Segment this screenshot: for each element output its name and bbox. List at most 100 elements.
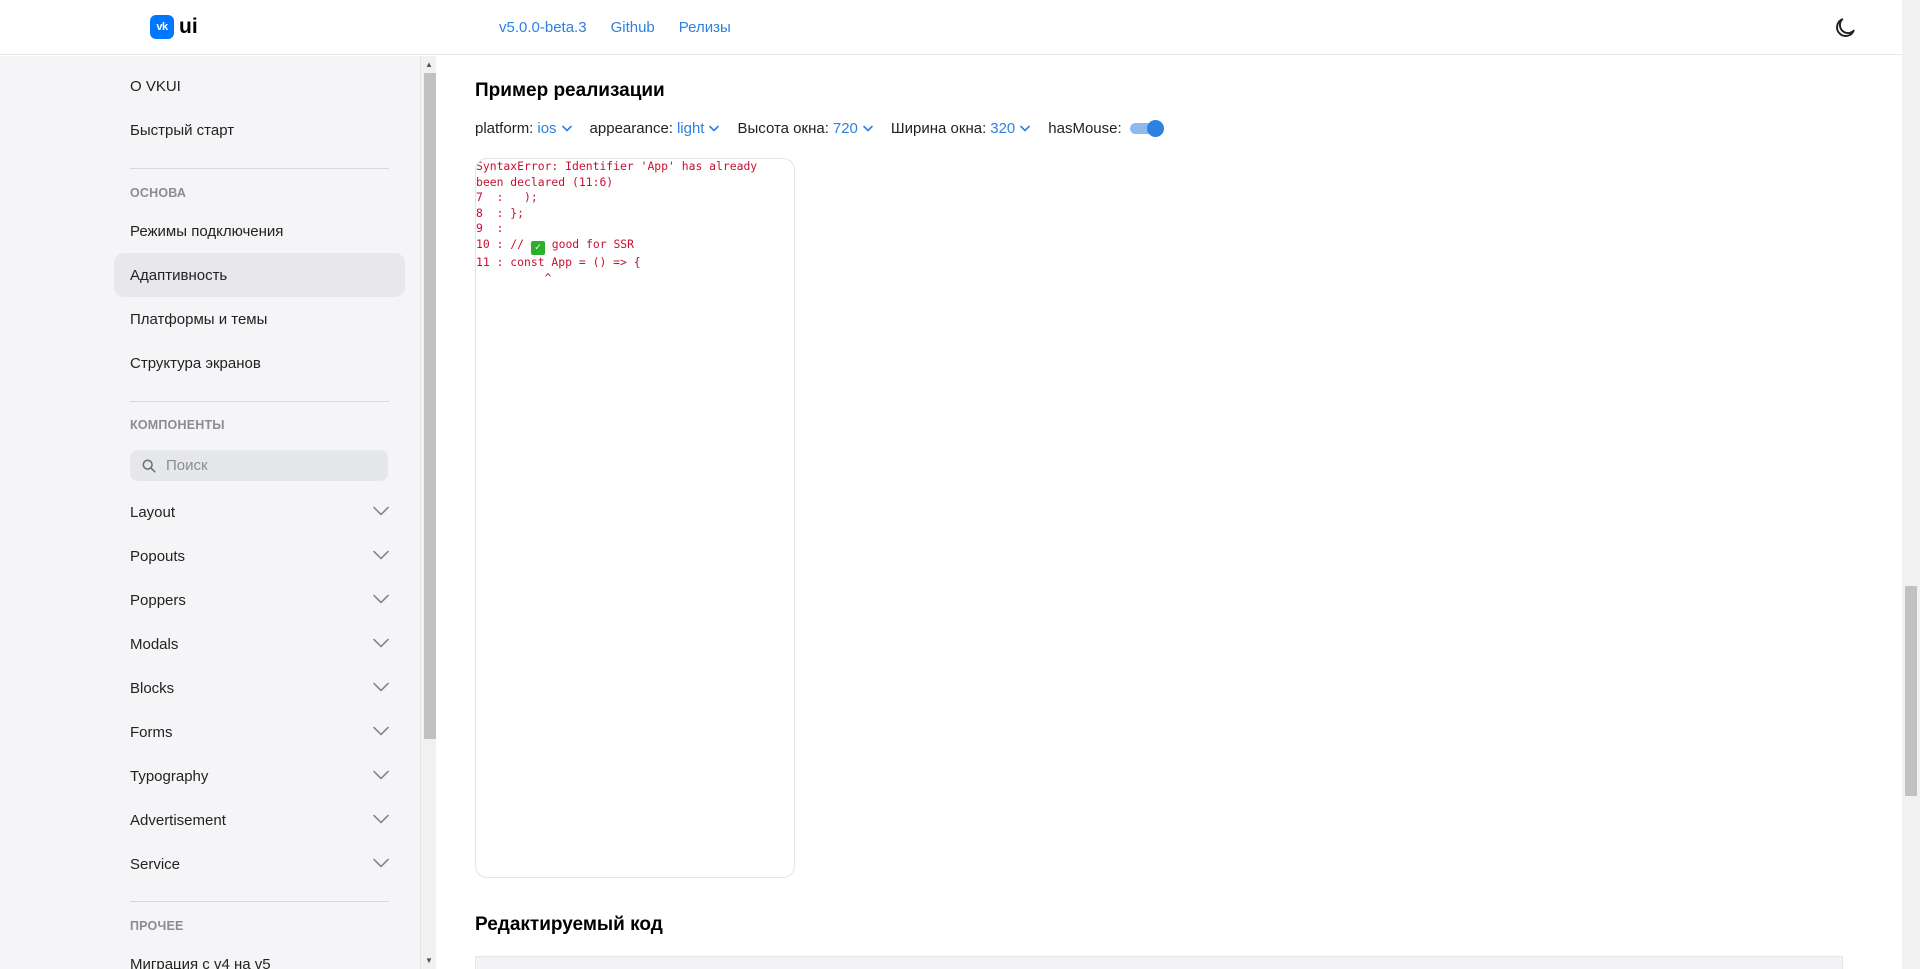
nav-github-link[interactable]: Github (611, 19, 655, 36)
sidebar-item-modals[interactable]: Modals (114, 622, 405, 666)
error-line: SyntaxError: Identifier 'App' has alread… (476, 159, 758, 173)
check-mark-icon: ✓ (530, 240, 545, 255)
section-title-other: ПРОЧЕЕ (130, 919, 184, 933)
hasmouse-control: hasMouse: (1048, 120, 1164, 137)
window-width-value: 320 (990, 120, 1016, 137)
scroll-up-icon[interactable]: ▲ (425, 60, 433, 69)
chevron-down-icon (373, 550, 389, 560)
chevron-down-icon (373, 638, 389, 648)
sidebar-item-label: Advertisement (130, 811, 226, 829)
sidebar-item-label: Blocks (130, 679, 175, 697)
error-line-suffix: good for SSR (544, 236, 635, 251)
platform-value: ios (537, 120, 557, 137)
nav-version-link[interactable]: v5.0.0-beta.3 (499, 19, 587, 36)
error-line: 8 : }; (476, 205, 525, 220)
sidebar-item-label: Адаптивность (130, 266, 228, 284)
editable-code-title: Редактируемый код (475, 914, 663, 935)
sidebar-scrollbar[interactable]: ▲ ▼ (420, 56, 436, 969)
error-line: 10 : // ✓ good for SSR (476, 237, 794, 255)
appearance-label: appearance: (589, 120, 673, 137)
sidebar-item-label: Структура экранов (130, 354, 261, 372)
page-scrollbar[interactable] (1902, 0, 1920, 969)
example-controls: platform: ios appearance: light Высота о… (475, 120, 1182, 137)
section-title-components: КОМПОНЕНТЫ (130, 418, 225, 432)
sidebar-item-about[interactable]: О VKUI (114, 64, 405, 108)
header: vk ui v5.0.0-beta.3 Github Релизы (0, 0, 1902, 55)
sidebar-item-forms[interactable]: Forms (114, 710, 405, 754)
window-width-select[interactable]: Ширина окна: 320 (891, 120, 1031, 137)
window-height-value: 720 (832, 120, 858, 137)
sidebar-item-service[interactable]: Service (114, 842, 405, 886)
sidebar-item-label: Poppers (130, 591, 186, 609)
error-line: been declared (11:6) (476, 174, 614, 189)
logo-text: ui (179, 15, 198, 38)
sidebar-item-label: Режимы подключения (130, 222, 284, 240)
error-line: 11 : const App = () => { (476, 254, 641, 269)
chevron-down-icon (373, 594, 389, 604)
scroll-down-icon[interactable]: ▼ (425, 956, 433, 965)
sidebar-item-screen-structure[interactable]: Структура экранов (114, 341, 405, 385)
chevron-down-icon (709, 125, 720, 132)
appearance-value: light (676, 120, 705, 137)
error-line-prefix: 10 : // (476, 236, 531, 251)
chevron-down-icon (373, 858, 389, 868)
error-line: ^ (476, 270, 552, 285)
sidebar-item-layout[interactable]: Layout (114, 490, 405, 534)
example-title: Пример реализации (475, 80, 665, 101)
chevron-down-icon (373, 770, 389, 780)
sidebar-item-label: Платформы и темы (130, 310, 268, 328)
scrollbar-thumb[interactable] (424, 73, 436, 739)
section-title-basics: ОСНОВА (130, 186, 187, 200)
hasmouse-toggle[interactable] (1129, 120, 1164, 137)
chevron-down-icon (373, 726, 389, 736)
divider (130, 168, 389, 169)
sidebar-item-label: Modals (130, 635, 179, 653)
code-editor[interactable] (475, 956, 1843, 969)
sidebar-search (130, 450, 388, 481)
chevron-down-icon (863, 125, 873, 132)
sidebar-item-migration[interactable]: Миграция с v4 на v5 (114, 942, 405, 969)
sidebar-item-poppers[interactable]: Poppers (114, 578, 405, 622)
sidebar-item-adaptivity[interactable]: Адаптивность (114, 253, 405, 297)
sidebar-item-popouts[interactable]: Popouts (114, 534, 405, 578)
moon-icon[interactable] (1832, 15, 1858, 41)
sidebar-item-connection-modes[interactable]: Режимы подключения (114, 209, 405, 253)
error-line: 7 : ); (476, 190, 538, 205)
scrollbar-thumb[interactable] (1905, 586, 1917, 796)
sidebar-item-label: О VKUI (130, 77, 181, 95)
chevron-down-icon (1020, 125, 1031, 132)
error-line: 9 : (476, 221, 504, 236)
window-height-select[interactable]: Высота окна: 720 (737, 120, 873, 137)
sidebar-item-advertisement[interactable]: Advertisement (114, 798, 405, 842)
sidebar-item-platforms-themes[interactable]: Платформы и темы (114, 297, 405, 341)
sidebar-item-label: Typography (130, 767, 209, 785)
sidebar-item-typography[interactable]: Typography (114, 754, 405, 798)
example-preview-frame: SyntaxError: Identifier 'App' has alread… (475, 158, 795, 878)
nav-releases-link[interactable]: Релизы (679, 19, 731, 36)
sidebar-item-label: Layout (130, 503, 176, 521)
divider (130, 401, 389, 402)
toggle-knob (1146, 120, 1164, 137)
vk-logo-icon: vk (150, 15, 174, 39)
chevron-down-icon (561, 125, 572, 132)
appearance-select[interactable]: appearance: light (590, 120, 720, 137)
search-icon (142, 459, 156, 472)
search-input[interactable] (166, 457, 366, 474)
chevron-down-icon (373, 814, 389, 824)
sidebar-item-label: Быстрый старт (130, 121, 235, 139)
sidebar-item-quickstart[interactable]: Быстрый старт (114, 108, 405, 152)
window-height-label: Высота окна: (737, 120, 829, 137)
platform-select[interactable]: platform: ios (475, 120, 572, 137)
chevron-down-icon (373, 682, 389, 692)
sidebar-item-label: Popouts (130, 547, 186, 565)
chevron-down-icon (373, 506, 389, 516)
sidebar-item-blocks[interactable]: Blocks (114, 666, 405, 710)
sidebar-item-label: Forms (130, 723, 173, 741)
sidebar-item-label: Service (130, 855, 181, 873)
sidebar-item-label: Миграция с v4 на v5 (130, 955, 271, 969)
hasmouse-label: hasMouse: (1048, 120, 1122, 137)
error-output: SyntaxError: Identifier 'App' has alread… (476, 159, 794, 286)
logo[interactable]: vk ui (150, 15, 198, 39)
platform-label: platform: (475, 120, 534, 137)
divider (130, 901, 389, 902)
